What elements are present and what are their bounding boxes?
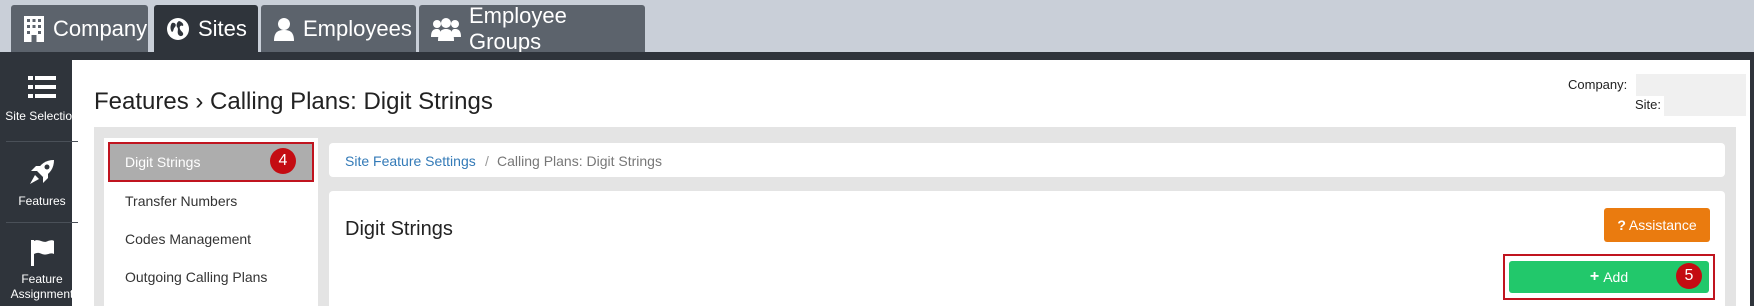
- site-value: [1664, 94, 1746, 116]
- menu-item-outgoing-calling-plans[interactable]: Outgoing Calling Plans: [125, 269, 267, 285]
- tab-employee-groups[interactable]: Employee Groups: [419, 2, 645, 54]
- tab-employees-label: Employees: [303, 15, 412, 41]
- top-tab-bar: Company Sites Employees Employee Groups: [0, 0, 1754, 54]
- menu-item-transfer-numbers[interactable]: Transfer Numbers: [125, 193, 237, 209]
- sidebar-item-site-selection[interactable]: Site Selection: [0, 75, 84, 124]
- card-title: Digit Strings: [345, 218, 453, 240]
- flag-icon: [31, 240, 54, 266]
- users-icon: [431, 17, 461, 41]
- sidebar-item-label: Features: [18, 194, 66, 208]
- user-icon: [274, 17, 294, 41]
- annotation-badge-5: 5: [1676, 263, 1702, 289]
- add-button-label: Add: [1603, 269, 1629, 285]
- annotation-badge-4: 4: [270, 148, 296, 174]
- tab-employee-groups-label: Employee Groups: [469, 2, 567, 54]
- active-sidebar-pointer: [72, 170, 84, 192]
- tab-company-label: Company: [53, 15, 148, 41]
- plus-icon: +: [1589, 268, 1600, 285]
- site-label: Site:: [1635, 97, 1662, 112]
- page-title: Features › Calling Plans: Digit Strings: [94, 88, 493, 115]
- company-label: Company:: [1568, 77, 1628, 92]
- tab-company[interactable]: Company: [11, 5, 148, 52]
- sidebar-item-label: Feature Assignment: [10, 272, 74, 301]
- menu-item-codes-management[interactable]: Codes Management: [125, 231, 251, 247]
- breadcrumb-separator: /: [485, 153, 489, 169]
- sidebar-divider: [6, 222, 78, 223]
- rocket-icon: [30, 160, 54, 184]
- breadcrumb-current: Calling Plans: Digit Strings: [497, 153, 662, 169]
- tab-employees[interactable]: Employees: [261, 5, 416, 52]
- tab-sites-label: Sites: [198, 15, 247, 41]
- assistance-button-label: Assistance: [1628, 217, 1697, 233]
- sidebar-divider: [6, 141, 78, 142]
- tab-sites[interactable]: Sites: [154, 5, 258, 52]
- globe-icon: [167, 17, 189, 40]
- building-icon: [24, 15, 44, 42]
- company-value: [1636, 74, 1746, 96]
- menu-item-label: Digit Strings: [125, 154, 201, 170]
- question-icon: ?: [1617, 217, 1626, 233]
- breadcrumb-link-site-feature-settings[interactable]: Site Feature Settings: [345, 153, 476, 169]
- sidebar-item-feature-assignment[interactable]: Feature Assignment: [0, 238, 84, 302]
- list-icon: [28, 76, 56, 98]
- assistance-button[interactable]: ? Assistance: [1604, 208, 1710, 242]
- sidebar-item-label: Site Selection: [5, 109, 79, 123]
